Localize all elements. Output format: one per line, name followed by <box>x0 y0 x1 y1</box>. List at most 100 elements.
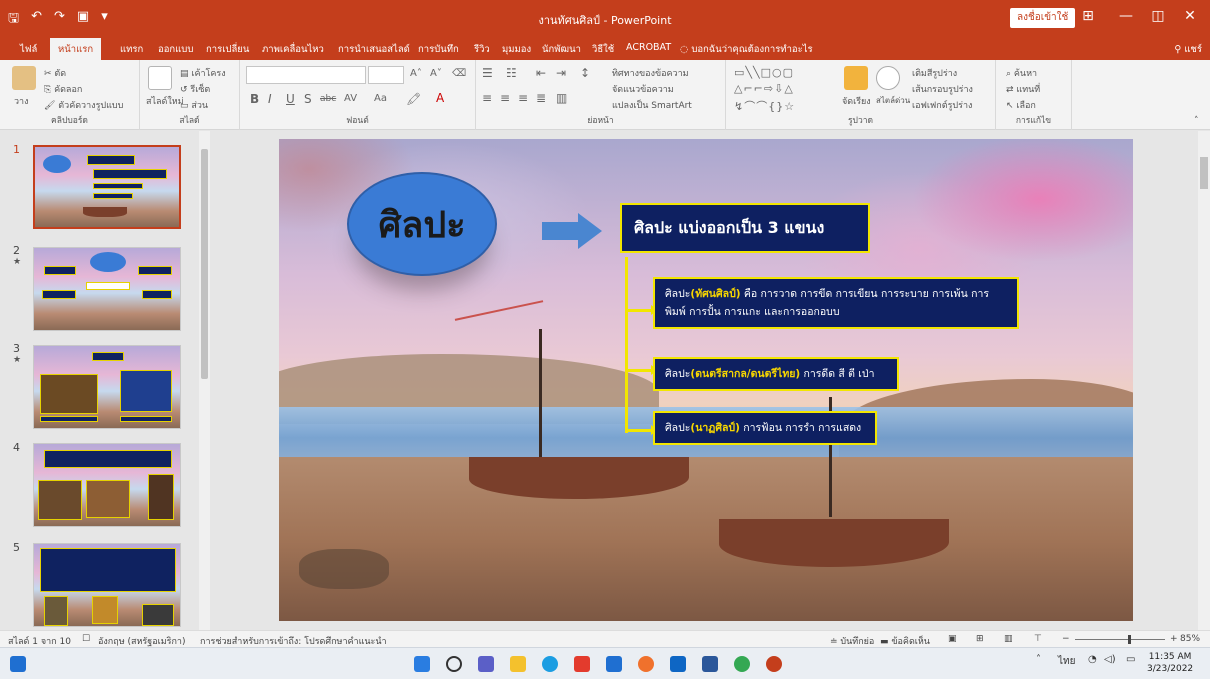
line-spacing-icon[interactable]: ↕ <box>580 66 590 80</box>
bullets-icon[interactable]: ☰ <box>482 66 493 80</box>
edge-icon[interactable] <box>542 656 558 672</box>
thumbnail-slide-5[interactable] <box>33 543 181 627</box>
font-size-input[interactable] <box>368 66 404 84</box>
layout-button[interactable]: ▤ เค้าโครง <box>180 66 226 80</box>
task-view-icon[interactable] <box>10 656 26 672</box>
heading-box[interactable]: ศิลปะ แบ่งออกเป็น 3 แขนง <box>620 203 870 253</box>
share-button[interactable]: ⚲ แชร์ <box>1174 42 1202 57</box>
cut-button[interactable]: ✂ ตัด <box>44 66 66 80</box>
tab-help[interactable]: วิธีใช้ <box>592 42 614 57</box>
shapes-gallery-row2[interactable]: △⌐⌐⇨⇩△ <box>734 82 794 95</box>
file-explorer-icon[interactable] <box>510 656 526 672</box>
volume-icon[interactable]: ◁) <box>1104 654 1116 665</box>
chrome-icon[interactable] <box>734 656 750 672</box>
start-icon[interactable] <box>414 656 430 672</box>
shadow-button[interactable]: S <box>304 92 312 106</box>
format-painter-button[interactable]: 🖌 ตัวคัดวางรูปแบบ <box>44 98 123 112</box>
new-slide-button[interactable]: สไลด์ใหม่ <box>146 94 184 108</box>
thumbnail-slide-3[interactable] <box>33 345 181 429</box>
find-button[interactable]: ⌕ ค้นหา <box>1006 66 1037 80</box>
zoom-slider-thumb[interactable] <box>1128 635 1131 644</box>
quick-styles-button[interactable]: สไตล์ด่วน <box>876 94 910 107</box>
dropbox-icon[interactable] <box>670 656 686 672</box>
clear-format-icon[interactable]: ⌫ <box>452 68 466 79</box>
zoom-level[interactable]: 85% <box>1180 634 1200 644</box>
system-clock[interactable]: 11:35 AM 3/23/2022 <box>1147 651 1193 675</box>
thumbnail-slide-2[interactable] <box>33 247 181 331</box>
grow-font-icon[interactable]: A˄ <box>410 68 422 79</box>
paste-button[interactable]: วาง <box>14 94 29 108</box>
language-indicator[interactable]: อังกฤษ (สหรัฐอเมริกา) <box>98 634 186 648</box>
strikethrough-button[interactable]: abc <box>320 94 336 104</box>
italic-button[interactable]: I <box>268 92 272 106</box>
thumbnail-slide-4[interactable] <box>33 443 181 527</box>
shape-fill-button[interactable]: เติมสีรูปร่าง <box>912 66 957 80</box>
tab-record[interactable]: การบันทึก <box>418 42 459 57</box>
normal-view-icon[interactable]: ▣ <box>948 634 957 644</box>
search-icon[interactable] <box>446 656 462 672</box>
minimize-icon[interactable]: — <box>1116 8 1136 24</box>
tab-developer[interactable]: นักพัฒนา <box>542 42 581 57</box>
input-language[interactable]: ไทย <box>1058 654 1075 669</box>
smartart-button[interactable]: แปลงเป็น SmartArt <box>612 98 692 112</box>
thumbnail-slide-1[interactable] <box>33 145 181 229</box>
tab-home[interactable]: หน้าแรก <box>50 38 102 60</box>
collapse-ribbon-icon[interactable]: ˄ <box>1194 116 1199 126</box>
outdent-icon[interactable]: ⇥ <box>556 66 566 80</box>
tray-chevron-icon[interactable]: ˄ <box>1036 654 1041 665</box>
replace-button[interactable]: ⇄ แทนที่ <box>1006 82 1040 96</box>
shapes-gallery[interactable]: ▭╲╲□○▢ <box>734 66 794 79</box>
zoom-out-button[interactable]: − <box>1062 634 1070 644</box>
shape-outline-button[interactable]: เส้นกรอบรูปร่าง <box>912 82 973 96</box>
align-left-icon[interactable]: ≡ <box>482 91 492 105</box>
paste-icon[interactable] <box>12 66 36 90</box>
quick-styles-icon[interactable] <box>876 66 900 90</box>
info-box-dance[interactable]: ศิลปะ(นาฏศิลป์) การฟ้อน การรำ การแสดง <box>653 411 877 445</box>
comments-button[interactable]: ▬ ข้อคิดเห็น <box>880 634 930 648</box>
tab-insert[interactable]: แทรก <box>120 42 143 57</box>
ribbon-display-icon[interactable]: ⊞ <box>1078 8 1098 24</box>
teams-icon[interactable] <box>478 656 494 672</box>
underline-button[interactable]: U <box>286 92 295 106</box>
new-slide-icon[interactable] <box>148 66 172 90</box>
acrobat-icon[interactable] <box>574 656 590 672</box>
tab-view[interactable]: มุมมอง <box>502 42 531 57</box>
arrange-button[interactable]: จัดเรียง <box>842 94 871 108</box>
justify-icon[interactable]: ≣ <box>536 91 546 105</box>
battery-icon[interactable]: ▭ <box>1126 654 1135 665</box>
font-color-icon[interactable]: A <box>436 91 444 105</box>
word-icon[interactable] <box>702 656 718 672</box>
slide-canvas[interactable]: ศิลปะ ศิลปะ แบ่งออกเป็น 3 แขนง ศิลปะ(ทัศ… <box>279 139 1133 621</box>
restore-icon[interactable]: ◫ <box>1148 8 1168 24</box>
shrink-font-icon[interactable]: A˅ <box>430 68 442 79</box>
reading-view-icon[interactable]: ▥ <box>1004 634 1013 644</box>
indent-icon[interactable]: ⇤ <box>536 66 546 80</box>
accessibility-status[interactable]: การช่วยสำหรับการเข้าถึง: โปรดศึกษาคำแนะน… <box>200 634 387 648</box>
align-text-button[interactable]: จัดแนวข้อความ <box>612 82 674 96</box>
info-box-visual-arts[interactable]: ศิลปะ(ทัศนศิลป์) คือ การวาด การขีด การเข… <box>653 277 1019 329</box>
thumbnail-scrollbar[interactable] <box>199 131 210 630</box>
title-ellipse[interactable]: ศิลปะ <box>347 172 497 276</box>
arrange-icon[interactable] <box>844 66 868 90</box>
tab-animations[interactable]: ภาพเคลื่อนไหว <box>262 42 324 57</box>
close-icon[interactable]: ✕ <box>1180 8 1200 24</box>
spellcheck-icon[interactable]: ☐ <box>82 634 90 644</box>
tab-slideshow[interactable]: การนำเสนอสไลด์ <box>338 42 410 57</box>
tab-transitions[interactable]: การเปลี่ยน <box>206 42 249 57</box>
editor-scrollbar[interactable] <box>1198 131 1210 630</box>
text-direction-button[interactable]: ทิศทางของข้อความ <box>612 66 689 80</box>
tab-acrobat[interactable]: ACROBAT <box>626 42 671 53</box>
shape-effects-button[interactable]: เอฟเฟกต์รูปร่าง <box>912 98 972 112</box>
reset-button[interactable]: ↺ รีเซ็ต <box>180 82 210 96</box>
zoom-in-button[interactable]: + <box>1170 634 1178 644</box>
tab-design[interactable]: ออกแบบ <box>158 42 193 57</box>
tab-file[interactable]: ไฟล์ <box>20 42 37 57</box>
section-button[interactable]: ▭ ส่วน <box>180 98 208 112</box>
change-case-button[interactable]: Aa <box>374 93 387 104</box>
copy-button[interactable]: ⎘ คัดลอก <box>44 82 82 96</box>
signin-button[interactable]: ลงชื่อเข้าใช้ <box>1010 8 1076 28</box>
tell-me-box[interactable]: ◌ บอกฉันว่าคุณต้องการทำอะไร <box>680 42 813 57</box>
tab-review[interactable]: รีวิว <box>474 42 490 57</box>
wifi-icon[interactable]: ◔ <box>1088 654 1097 665</box>
shapes-gallery-row3[interactable]: ↯⌒⌒{}☆ <box>734 98 795 114</box>
